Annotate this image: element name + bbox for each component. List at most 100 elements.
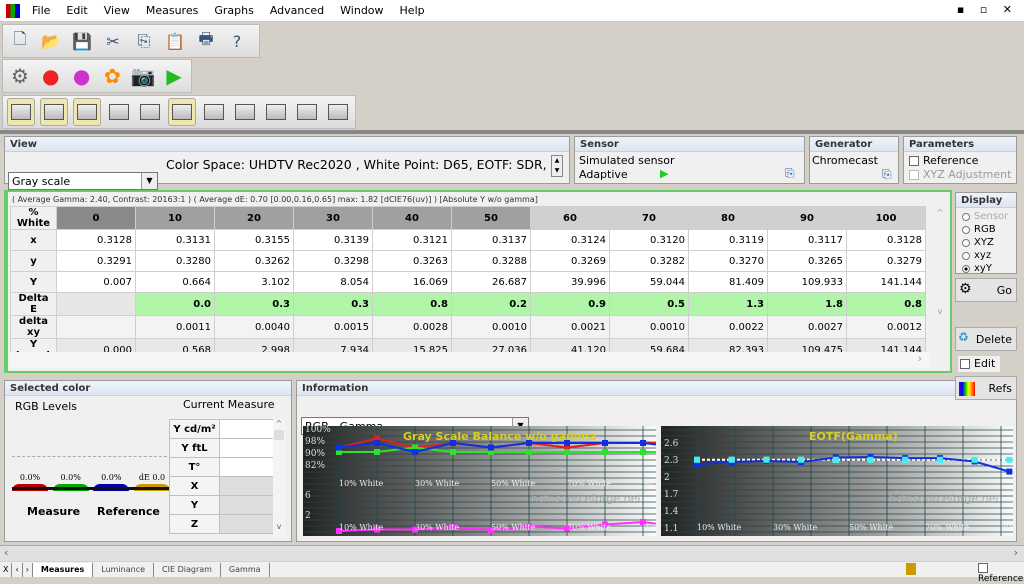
table-cell[interactable]: 0.3119 (688, 229, 768, 251)
table-cell[interactable]: 0.2 (451, 292, 531, 316)
table-cell[interactable]: 1.8 (767, 292, 847, 316)
graph-monitor-icon[interactable] (325, 99, 351, 125)
vertical-scrollbar[interactable]: ^ v (934, 208, 946, 348)
table-cell[interactable]: 0.3270 (688, 250, 768, 272)
main-horizontal-scrollbar[interactable]: ‹ › (0, 545, 1024, 561)
table-cell[interactable]: 0.3117 (767, 229, 847, 251)
copy-icon[interactable]: ⎘ (131, 28, 157, 54)
tab-cie-diagram[interactable]: CIE Diagram (154, 562, 221, 577)
new-file-icon[interactable]: 🗋 (7, 28, 33, 54)
view-dropdown[interactable]: Gray scale ▼ (8, 172, 158, 190)
table-cell[interactable]: 0.0022 (688, 315, 768, 339)
column-header[interactable]: 100 (846, 206, 926, 230)
table-cell[interactable]: 0.8 (846, 292, 926, 316)
play-icon[interactable]: ▶ (161, 63, 187, 89)
menu-help[interactable]: Help (392, 4, 433, 17)
table-cell[interactable]: 0.3280 (135, 250, 215, 272)
display-radio-rgb[interactable]: RGB (962, 223, 1010, 236)
graph-multi-icon[interactable] (294, 99, 320, 125)
table-cell[interactable]: 0.3131 (135, 229, 215, 251)
sensor-icon[interactable]: ⚙ (7, 63, 33, 89)
column-header[interactable]: 30 (293, 206, 373, 230)
column-header[interactable]: 60 (530, 206, 610, 230)
table-cell[interactable]: 3.102 (214, 271, 294, 293)
tab-luminance[interactable]: Luminance (93, 562, 155, 577)
menu-graphs[interactable]: Graphs (206, 4, 261, 17)
reference-checkbox[interactable]: Reference (909, 154, 978, 167)
table-cell[interactable]: 0.0010 (609, 315, 689, 339)
column-header[interactable]: 90 (767, 206, 847, 230)
column-header[interactable]: 40 (372, 206, 452, 230)
column-header[interactable]: 70 (609, 206, 689, 230)
sensor-config-icon[interactable]: ⎘ (785, 166, 795, 181)
table-cell[interactable]: 0.3298 (293, 250, 373, 272)
table-cell[interactable]: 0.3288 (451, 250, 531, 272)
table-cell[interactable]: 109.933 (767, 271, 847, 293)
table-cell[interactable]: 59.044 (609, 271, 689, 293)
table-cell[interactable]: 0.3279 (846, 250, 926, 272)
graph-gray-icon[interactable] (7, 98, 35, 126)
delete-button[interactable]: ♻ Delete (955, 327, 1017, 351)
table-cell[interactable]: 0.3282 (609, 250, 689, 272)
table-cell[interactable]: 0.3128 (56, 229, 136, 251)
graph-sat-icon[interactable] (201, 99, 227, 125)
display-radio-xyz[interactable]: xyz (962, 249, 1010, 262)
table-cell[interactable]: 0.3124 (530, 229, 610, 251)
table-cell[interactable]: 0.3137 (451, 229, 531, 251)
play-icon[interactable]: ▶ (660, 167, 668, 180)
table-cell[interactable]: 0.0012 (846, 315, 926, 339)
paste-icon[interactable]: 📋 (162, 28, 188, 54)
table-cell[interactable]: 0.9 (530, 292, 610, 316)
table-cell[interactable]: 0.0028 (372, 315, 452, 339)
generator-config-icon[interactable]: ⎘ (882, 167, 892, 182)
rgb-balls-icon[interactable]: ● (38, 63, 64, 89)
graph-gamma-icon[interactable] (40, 98, 68, 126)
open-folder-icon[interactable]: 📂 (38, 28, 64, 54)
tab-prev-icon[interactable]: ‹ (12, 562, 23, 577)
table-cell[interactable]: 0.3263 (372, 250, 452, 272)
table-cell[interactable]: 0.3 (293, 292, 373, 316)
table-cell[interactable] (56, 292, 136, 316)
color-balls-icon[interactable]: ● (69, 63, 95, 89)
table-cell[interactable]: 0.3269 (530, 250, 610, 272)
window-controls[interactable]: ▪ ▫ ✕ (957, 3, 1018, 16)
refs-button[interactable]: Refs (955, 376, 1017, 400)
column-header[interactable]: 20 (214, 206, 294, 230)
cut-icon[interactable]: ✂ (100, 28, 126, 54)
horizontal-scrollbar[interactable]: › (10, 352, 930, 368)
graph-rgb-icon[interactable] (106, 99, 132, 125)
measure-scrollbar[interactable]: ^ v (273, 419, 285, 537)
column-header[interactable]: 50 (451, 206, 531, 230)
table-cell[interactable]: 0.664 (135, 271, 215, 293)
table-cell[interactable]: 0.3120 (609, 229, 689, 251)
table-cell[interactable]: 26.687 (451, 271, 531, 293)
edit-checkbox[interactable]: Edit (958, 356, 1000, 372)
menu-measures[interactable]: Measures (138, 4, 206, 17)
gray-scale-balance-graph[interactable]: 100% 98% 90% 82% 6 2 10% White 10% White 30% Whi… (303, 426, 656, 536)
table-cell[interactable]: 0.0040 (214, 315, 294, 339)
table-cell[interactable]: 0.3291 (56, 250, 136, 272)
column-header[interactable]: 80 (688, 206, 768, 230)
table-cell[interactable]: 0.8 (372, 292, 452, 316)
status-reference-checkbox[interactable]: Reference (978, 563, 1024, 584)
table-cell[interactable]: 0.007 (56, 271, 136, 293)
table-cell[interactable]: 0.0021 (530, 315, 610, 339)
column-header[interactable]: 0 (56, 206, 136, 230)
cie-diagram-icon[interactable] (168, 98, 196, 126)
menu-file[interactable]: File (24, 4, 58, 17)
table-cell[interactable]: 8.054 (293, 271, 373, 293)
table-cell[interactable]: 81.409 (688, 271, 768, 293)
help-icon[interactable]: ? (224, 28, 250, 54)
table-cell[interactable]: 16.069 (372, 271, 452, 293)
save-icon[interactable]: 💾 (69, 28, 95, 54)
table-cell[interactable]: 0.3128 (846, 229, 926, 251)
table-cell[interactable]: 141.144 (846, 271, 926, 293)
menu-window[interactable]: Window (332, 4, 391, 17)
table-cell[interactable] (56, 315, 136, 339)
camera-icon[interactable]: 📷 (130, 63, 156, 89)
table-cell[interactable]: 0.3265 (767, 250, 847, 272)
print-icon[interactable]: 🖶 (193, 28, 219, 54)
table-cell[interactable]: 0.0027 (767, 315, 847, 339)
table-cell[interactable]: 0.0 (135, 292, 215, 316)
display-radio-sensor[interactable]: Sensor (962, 210, 1010, 223)
